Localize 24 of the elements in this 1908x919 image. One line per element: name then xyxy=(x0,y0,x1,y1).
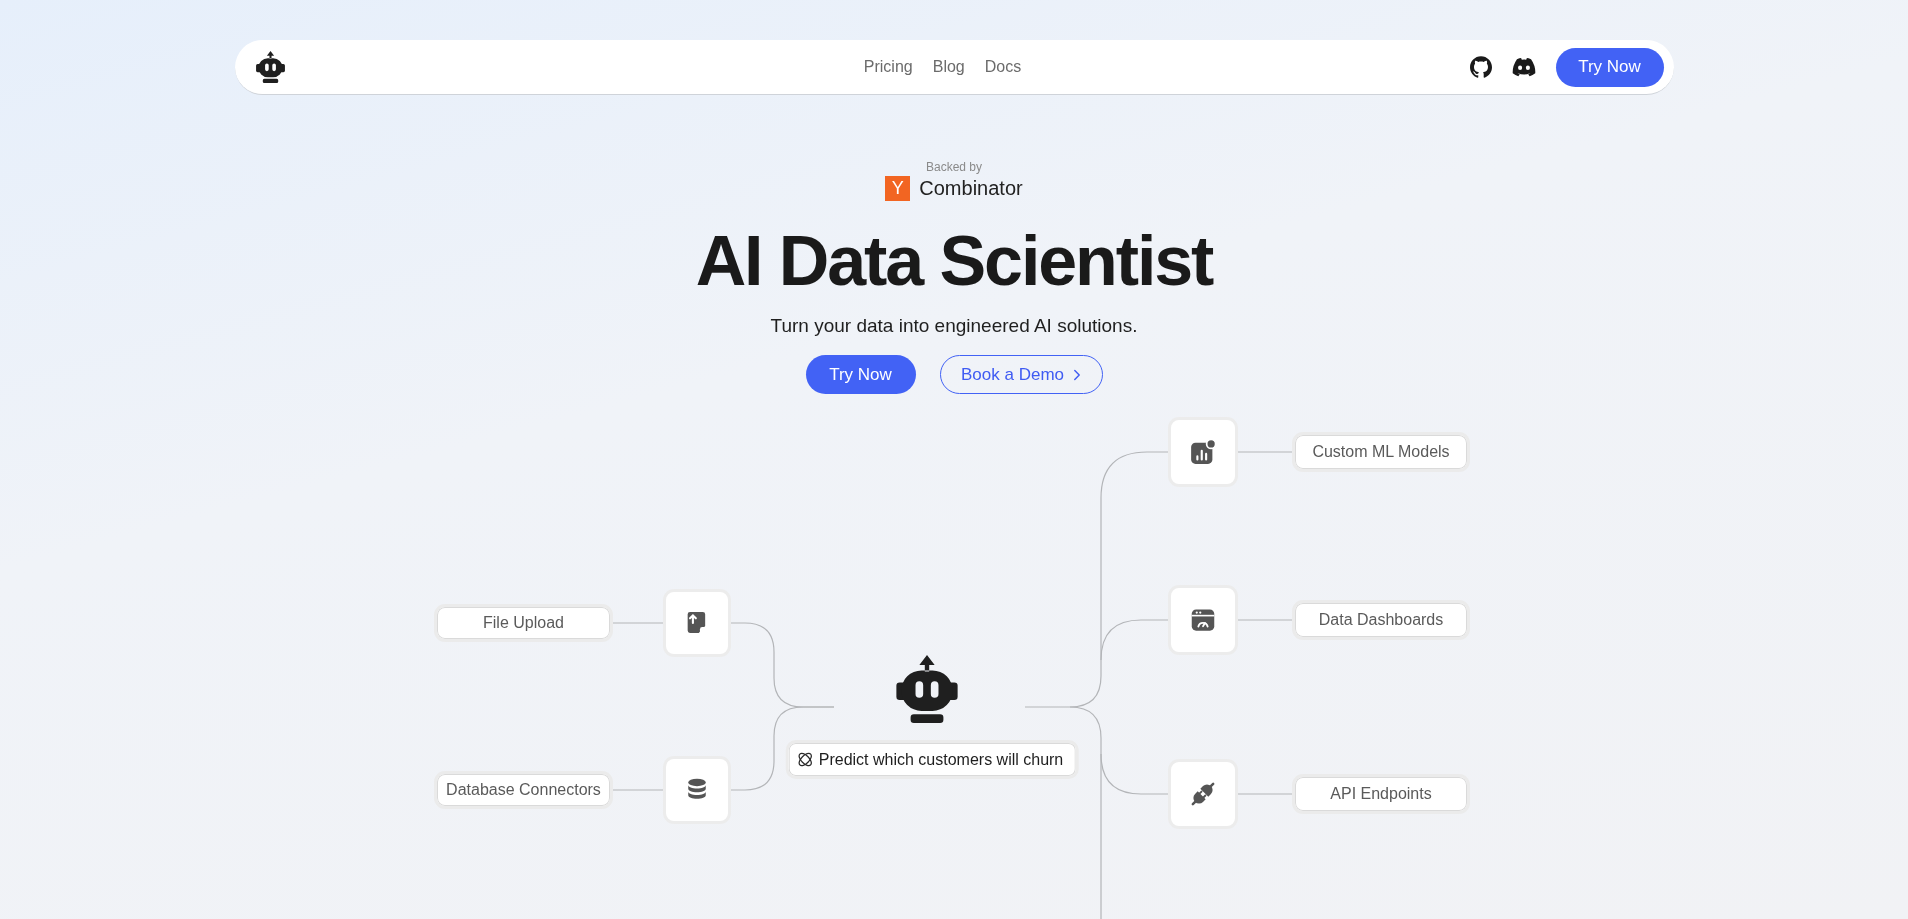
node-label: API Endpoints xyxy=(1292,774,1470,814)
connector-line xyxy=(1237,451,1293,453)
nav-link[interactable]: Blog xyxy=(932,55,965,79)
robot-logo-icon[interactable] xyxy=(253,51,287,83)
node-label: File Upload xyxy=(434,604,613,642)
orbit-icon xyxy=(796,751,814,768)
node-label: Database Connectors xyxy=(434,771,613,809)
node-label: Data Dashboards xyxy=(1292,600,1470,640)
hero-subtitle: Turn your data into engineered AI solutions. xyxy=(770,314,1138,338)
connector-line xyxy=(612,622,664,624)
hero-title: AI Data Scientist xyxy=(695,226,1213,296)
backer-name: Combinator xyxy=(919,176,1023,201)
chevron-right-icon xyxy=(1073,368,1081,381)
discord-icon[interactable] xyxy=(1510,56,1537,78)
nav-link[interactable]: Pricing xyxy=(863,55,913,79)
backed-by-text: Backed by xyxy=(925,160,982,174)
chart-icon xyxy=(1188,437,1218,467)
nav-link[interactable]: Docs xyxy=(984,55,1022,79)
letter-badge: Y xyxy=(885,176,911,201)
cta-button[interactable]: Try Now xyxy=(1555,47,1664,87)
prompt-text: Predict which customers will churn xyxy=(818,749,1064,770)
primary-button[interactable]: Try Now xyxy=(805,355,916,394)
node-label: Custom ML Models xyxy=(1292,432,1470,472)
github-icon[interactable] xyxy=(1469,56,1492,78)
